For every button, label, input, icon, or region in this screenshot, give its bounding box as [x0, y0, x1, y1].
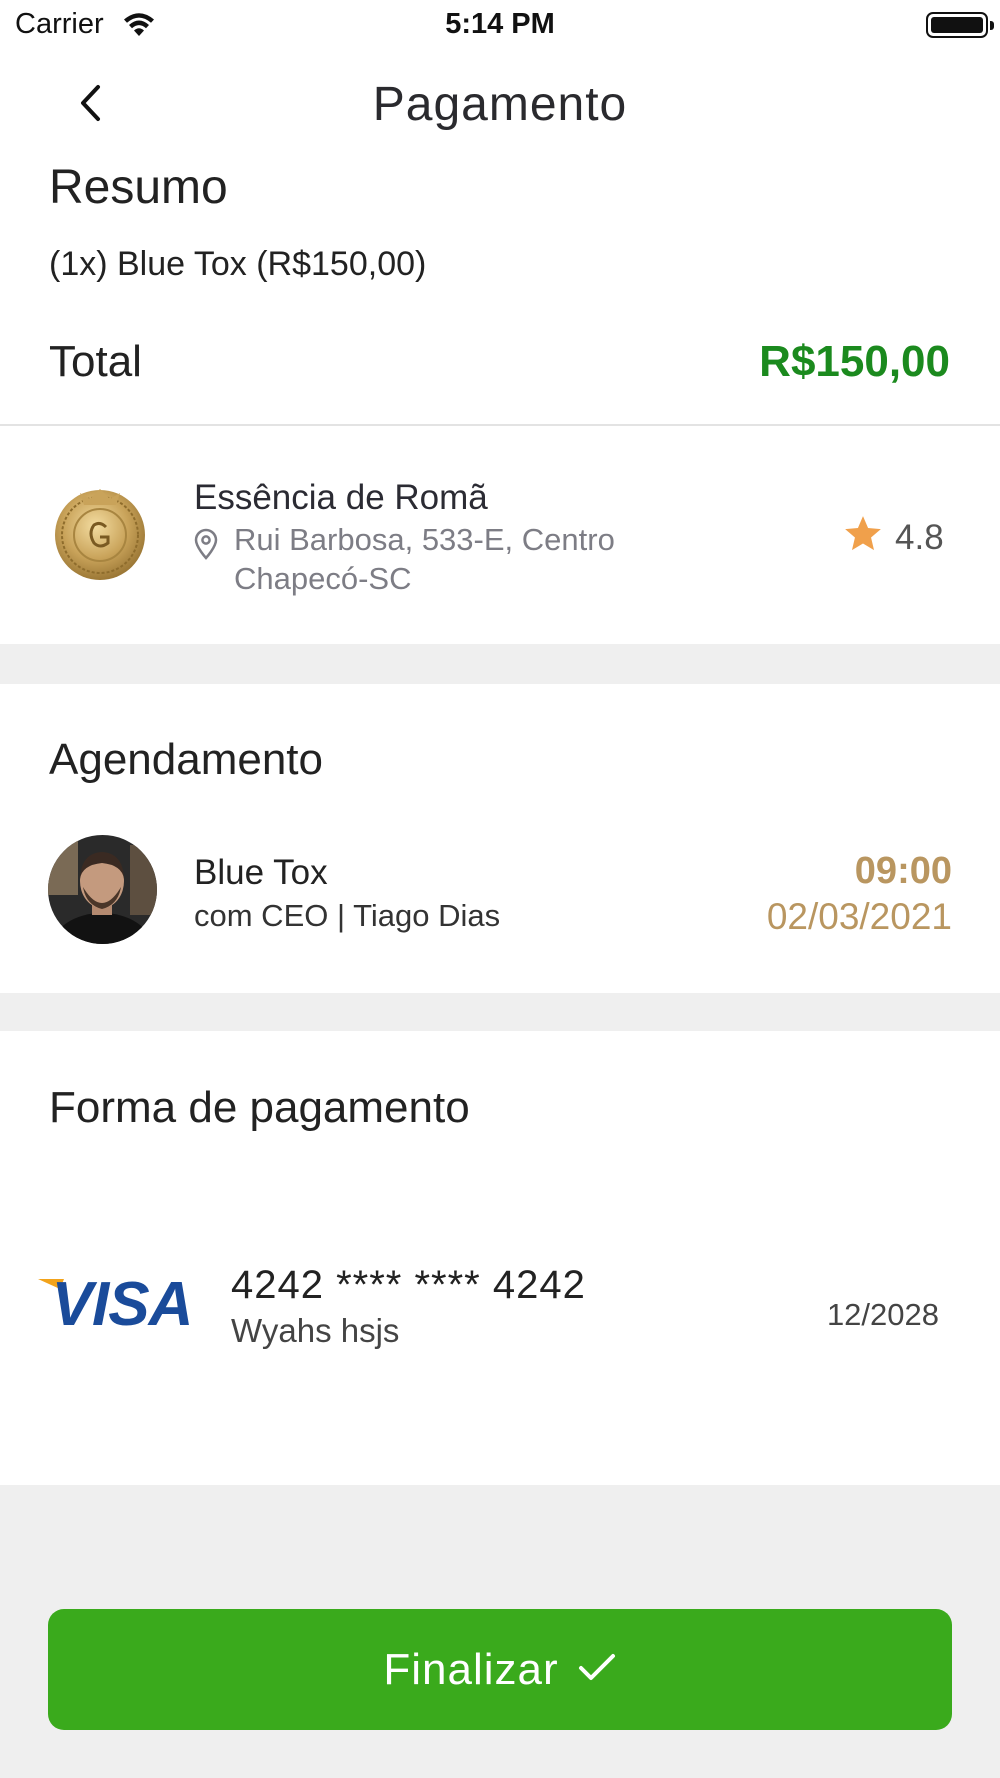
page-title: Pagamento: [372, 78, 628, 131]
summary-title: Resumo: [49, 161, 228, 214]
status-bar: Carrier 5:14 PM: [0, 0, 1000, 50]
summary-item: (1x) Blue Tox (R$150,00): [49, 245, 427, 283]
visa-logo: VISA: [38, 1270, 206, 1339]
navigation-bar: Pagamento: [0, 55, 1000, 155]
establishment-rating: 4.8: [895, 518, 944, 557]
service-name: Blue Tox: [194, 853, 328, 892]
payment-method-title: Forma de pagamento: [49, 1083, 470, 1132]
total-value: R$150,00: [759, 337, 950, 386]
total-label: Total: [49, 337, 142, 386]
establishment-logo: [50, 483, 150, 583]
finalize-button[interactable]: Finalizar: [48, 1609, 952, 1730]
checkmark-icon: [577, 1651, 617, 1688]
card-number: 4242 **** **** 4242: [231, 1263, 586, 1307]
section-separator: [0, 993, 1000, 1031]
location-pin-icon: [193, 528, 219, 565]
divider: [0, 424, 1000, 426]
appointment-time: 09:00: [854, 850, 952, 892]
establishment-name: Essência de Romã: [194, 478, 488, 517]
appointment-title: Agendamento: [49, 735, 323, 784]
card-holder: Wyahs hsjs: [231, 1312, 400, 1349]
establishment-address-line1: Rui Barbosa, 533-E, Centro: [234, 522, 615, 557]
star-icon: [842, 513, 884, 560]
establishment-address-line2: Chapecó-SC: [234, 561, 412, 596]
professional-avatar: [48, 835, 157, 944]
professional-name: com CEO | Tiago Dias: [194, 898, 501, 933]
finalize-button-label: Finalizar: [383, 1644, 559, 1694]
clock: 5:14 PM: [445, 8, 555, 40]
section-separator: [0, 644, 1000, 684]
svg-text:VISA: VISA: [52, 1273, 193, 1333]
appointment-date: 02/03/2021: [766, 896, 952, 937]
battery-icon: [926, 12, 994, 38]
card-expiry: 12/2028: [826, 1297, 939, 1332]
